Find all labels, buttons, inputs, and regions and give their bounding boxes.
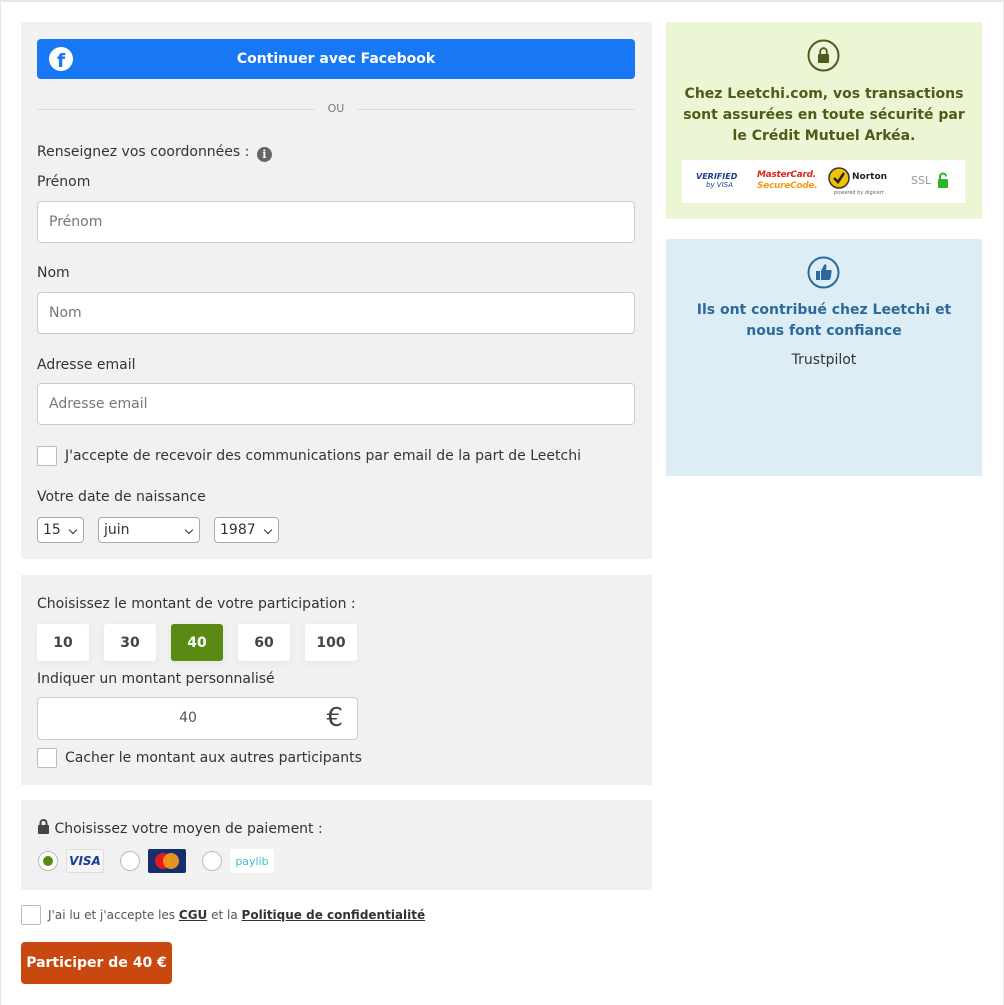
chevron-down-icon xyxy=(68,525,78,535)
email-label: Adresse email xyxy=(37,357,136,373)
trustpilot-label: Trustpilot xyxy=(791,352,857,368)
birth-year-value: 1987 xyxy=(220,522,256,538)
norton-label: Norton xyxy=(852,172,888,182)
mastercard-securecode-top: MasterCard. xyxy=(757,170,816,180)
mastercard-securecode-bottom: SecureCode. xyxy=(757,181,818,191)
terms-checkbox[interactable] xyxy=(21,905,41,925)
paylib-logo: paylib xyxy=(230,849,274,873)
amount-option-30[interactable]: 30 xyxy=(104,624,156,661)
security-badges: VERIFIED by VISA MasterCard. SecureCode.… xyxy=(682,160,965,203)
payment-heading: Choisissez votre moyen de paiement : xyxy=(37,819,323,837)
participate-button[interactable]: Participer de 40 € xyxy=(21,942,172,984)
security-panel: Chez Leetchi.com, vos transactions sont … xyxy=(666,22,982,219)
norton-badge: Norton powered by digicert xyxy=(828,165,890,197)
norton-sub: powered by digicert xyxy=(834,190,884,196)
euro-icon: € xyxy=(326,703,343,733)
verified-by-visa-badge: VERIFIED by VISA xyxy=(696,172,737,190)
contact-heading-text: Renseignez vos coordonnées : xyxy=(37,144,250,160)
verified-by-visa-bottom: by VISA xyxy=(706,181,733,189)
chevron-down-icon xyxy=(184,525,194,535)
amount-heading: Choisissez le montant de votre participa… xyxy=(37,596,356,612)
checkmark-icon xyxy=(828,167,850,189)
divider-left xyxy=(37,109,315,110)
payment-heading-text: Choisissez votre moyen de paiement : xyxy=(54,821,323,837)
ssl-badge: SSL xyxy=(911,174,931,187)
birthdate-label: Votre date de naissance xyxy=(37,489,206,505)
facebook-login-label: Continuer avec Facebook xyxy=(236,51,436,67)
amount-option-10[interactable]: 10 xyxy=(37,624,89,661)
terms-label: J'ai lu et j'accepte les CGU et la Polit… xyxy=(48,908,425,922)
birth-day-select[interactable]: 15 xyxy=(37,517,84,543)
firstname-label: Prénom xyxy=(37,174,91,190)
payment-panel: Choisissez votre moyen de paiement : VIS… xyxy=(21,800,652,890)
security-text: Chez Leetchi.com, vos transactions sont … xyxy=(683,86,965,144)
amount-option-40[interactable]: 40 xyxy=(171,624,223,661)
hide-amount-checkbox[interactable] xyxy=(37,748,57,768)
birth-month-value: juin xyxy=(104,522,130,538)
cgu-link[interactable]: CGU xyxy=(179,908,207,922)
birth-day-value: 15 xyxy=(43,522,61,538)
mastercard-securecode-badge: MasterCard. SecureCode. xyxy=(757,170,818,192)
ssl-label: SSL xyxy=(911,174,932,187)
mastercard-logo xyxy=(148,849,186,873)
payment-radio-mastercard[interactable] xyxy=(120,851,140,871)
amount-option-100[interactable]: 100 xyxy=(305,624,357,661)
trust-title: Ils ont contribué chez Leetchi et nous f… xyxy=(696,302,952,339)
visa-logo: VISA xyxy=(66,849,104,873)
birth-year-select[interactable]: 1987 xyxy=(214,517,279,543)
newsletter-label: J'accepte de recevoir des communications… xyxy=(65,448,581,464)
terms-middle: et la xyxy=(211,908,238,922)
visa-label: VISA xyxy=(69,854,101,868)
birth-month-select[interactable]: juin xyxy=(98,517,200,543)
email-input[interactable] xyxy=(37,383,635,425)
custom-amount-label: Indiquer un montant personnalisé xyxy=(37,671,275,687)
mastercard-icon xyxy=(155,853,179,869)
payment-radio-paylib[interactable] xyxy=(202,851,222,871)
verified-by-visa-top: VERIFIED xyxy=(696,172,738,181)
paylib-label: paylib xyxy=(235,854,269,868)
chevron-down-icon xyxy=(263,525,273,535)
amount-option-60[interactable]: 60 xyxy=(238,624,290,661)
divider-right xyxy=(357,109,635,110)
firstname-input[interactable] xyxy=(37,201,635,243)
thumbs-up-icon xyxy=(807,256,840,289)
contact-panel: f Continuer avec Facebook OU Renseignez … xyxy=(21,22,652,559)
trust-panel: Ils ont contribué chez Leetchi et nous f… xyxy=(666,239,982,476)
contact-heading: Renseignez vos coordonnées : i xyxy=(37,144,272,162)
separator-text: OU xyxy=(327,102,345,115)
hide-amount-label: Cacher le montant aux autres participant… xyxy=(65,750,362,766)
lastname-label: Nom xyxy=(37,265,70,281)
facebook-login-button[interactable]: f Continuer avec Facebook xyxy=(37,39,635,79)
facebook-icon: f xyxy=(49,47,73,71)
amount-panel: Choisissez le montant de votre participa… xyxy=(21,575,652,785)
lastname-input[interactable] xyxy=(37,292,635,334)
padlock-icon xyxy=(938,172,948,188)
terms-prefix: J'ai lu et j'accepte les xyxy=(48,908,176,922)
lock-icon xyxy=(807,39,840,72)
lock-icon xyxy=(38,819,49,834)
custom-amount-input[interactable]: 40 € xyxy=(37,697,358,740)
custom-amount-value: 40 xyxy=(179,710,197,726)
privacy-policy-link[interactable]: Politique de confidentialité xyxy=(242,908,426,922)
newsletter-checkbox[interactable] xyxy=(37,446,57,466)
info-icon[interactable]: i xyxy=(256,147,272,162)
payment-radio-visa[interactable] xyxy=(38,851,58,871)
